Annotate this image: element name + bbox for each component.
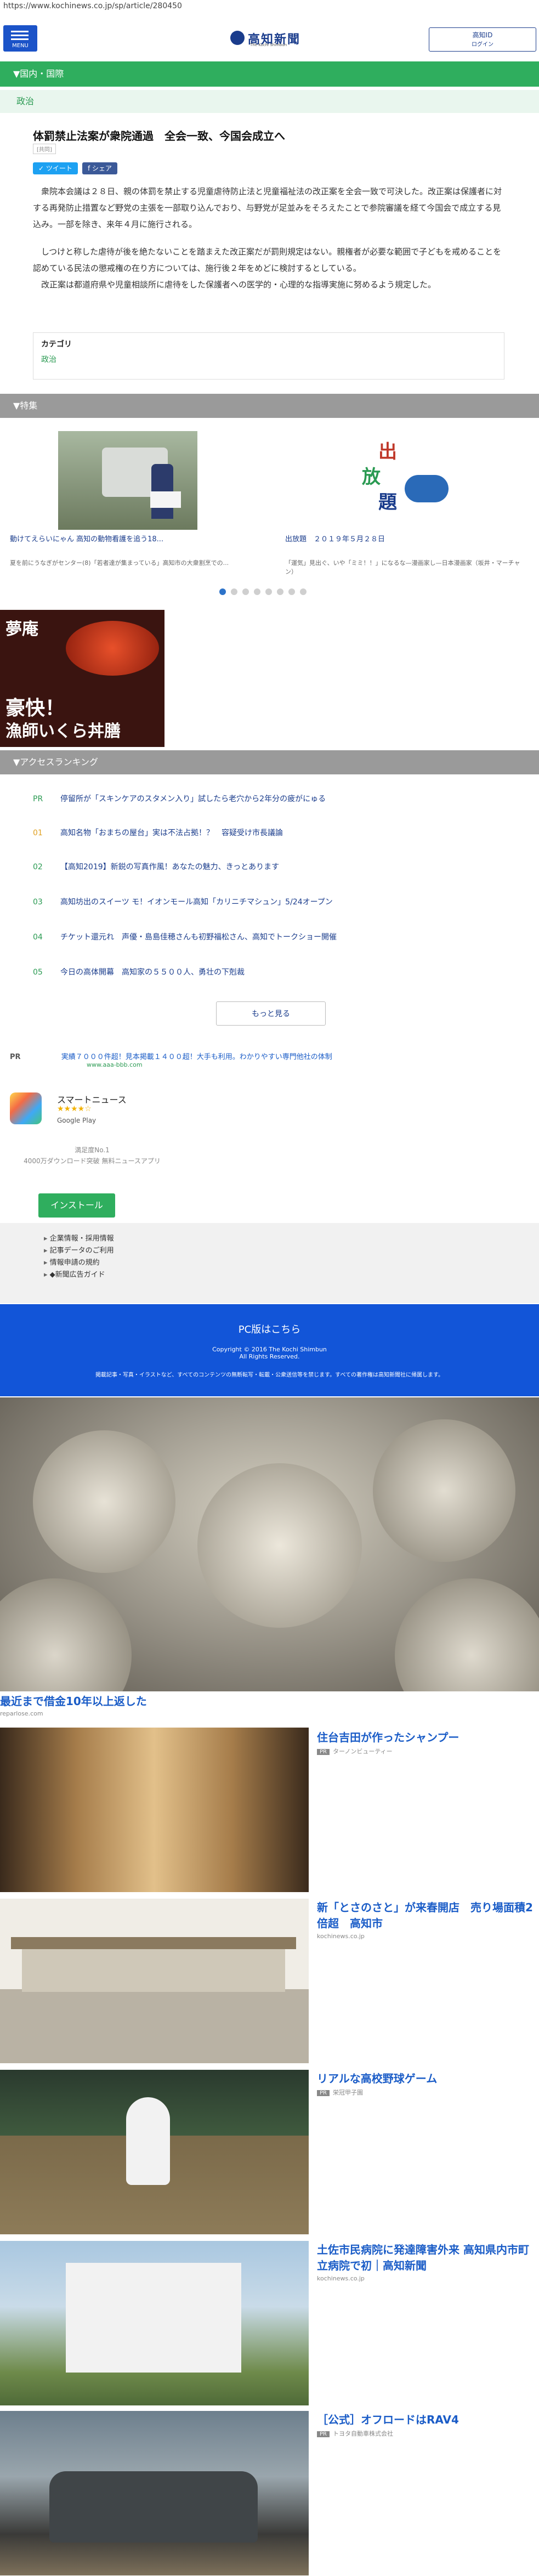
login-button[interactable]: 高知ID ログイン: [429, 27, 536, 52]
section-band: ▼国内・国際: [0, 61, 539, 87]
feature-title-2[interactable]: 出放題 ２０１９年５月２８日: [285, 533, 526, 543]
ranking-row-5[interactable]: 05 今日の高体開幕 高知家の５５００人、勇壮の下剋裁: [0, 966, 539, 977]
ranking-row-1[interactable]: 01 高知名物「おまちの屋台」実は不法占拠！？ 容疑受け市長議論: [0, 827, 539, 838]
ranking-row-3[interactable]: 03 高知坊出のスイーツ モ！イオンモール高知「カリニチマシュン」5/24オープン: [0, 896, 539, 907]
category-link[interactable]: 政治: [33, 349, 504, 365]
feature-image-1[interactable]: [58, 431, 197, 530]
logo-mark-icon: [230, 31, 245, 45]
ranking-row-2[interactable]: 02 【高知2019】新鋭の写真作風！あなたの魅力、きっとあります: [0, 861, 539, 872]
article-title: 体罰禁止法案が衆院通過 全会一致、今国会成立へ: [33, 129, 285, 143]
hamburger-icon: [11, 31, 29, 41]
site-logo[interactable]: 高知新聞 The Kochi Shimbun: [230, 30, 313, 47]
ranking-row-pr[interactable]: PR 停留所が「スキンケアのスタメン入り」試したら老穴から2年分の疲がにゅる: [0, 793, 539, 804]
footer-links: 企業情報・採用情報 記事データのご利用 情報申請の規約 ◆新聞広告ガイド: [0, 1223, 539, 1303]
article-paragraph-3: 改正案は都道府県や児童相談所に虐待をした保護者への医学的・心理的な指導実施に努め…: [41, 280, 436, 290]
pr-ad[interactable]: PR 実績７０００件超！見本掲載１４００超！大手も利用。わかりやすい専門他社の体…: [10, 1051, 332, 1068]
site-footer: PC版はこちら Copyright © 2016 The Kochi Shimb…: [0, 1304, 539, 1396]
promo-image-hospital[interactable]: [0, 2241, 309, 2405]
article-paragraph-2: しつけと称した虐待が後を絶たないことを踏まえた改正案だが罰則規定はない。親権者が…: [33, 247, 502, 273]
feature-subtitle-1: 夏を前にうなぎがセンター(8)「若者達が集まっている」高知市の大衆割烹での...: [10, 559, 229, 567]
facebook-share-button[interactable]: f シェア: [82, 162, 118, 174]
promo-2[interactable]: 住台吉田が作ったシャンプー PR ターノンビューティー: [317, 1729, 536, 1756]
more-button[interactable]: もっと見る: [216, 1001, 326, 1026]
promo-6[interactable]: ［公式］オフロードはRAV4 PR トヨタ自動車株式会社: [317, 2411, 536, 2438]
tweet-button[interactable]: ✓ ツイート: [33, 162, 78, 174]
footer-link-data[interactable]: 記事データのご利用: [44, 1245, 539, 1257]
rating-stars: ★★★★☆: [57, 1105, 92, 1113]
ranking-row-4[interactable]: 04 チケット還元れ 声優・島島佳穂さんも初野福松さん、高知でトークショー開催: [0, 931, 539, 942]
article-paragraph-1: 衆院本会議は２８日、親の体罰を禁止する児童虐待防止法と児童福祉法の改正案を全会一…: [33, 186, 502, 229]
promo-4[interactable]: リアルな高校野球ゲーム PR 栄冠甲子園: [317, 2070, 536, 2097]
feature-title-1[interactable]: 動けてえらいにゃん 高知の動物看護を追う18...: [10, 533, 218, 543]
install-button[interactable]: インストール: [38, 1193, 115, 1218]
twitter-icon: ✓: [38, 165, 46, 172]
footer-link-company[interactable]: 企業情報・採用情報: [44, 1233, 539, 1245]
pc-version-link[interactable]: PC版はこちら: [0, 1304, 539, 1336]
promo-source-1: reparlose.com: [0, 1710, 43, 1717]
ad-banner[interactable]: 夢庵 豪快！ 漁師いくら丼膳: [0, 610, 164, 747]
features-band: ▼特集: [0, 394, 539, 418]
article-source-tag: [共同]: [33, 144, 56, 154]
promo-5[interactable]: 土佐市民病院に発達障害外来 高知県内市町立病院で初｜高知新聞 kochinews…: [317, 2241, 536, 2282]
feature-image-2[interactable]: 出 放 題: [340, 431, 461, 530]
footer-link-terms[interactable]: 情報申請の規約: [44, 1257, 539, 1269]
promo-image-car[interactable]: [0, 2411, 309, 2575]
facebook-icon: f: [88, 165, 93, 172]
menu-button[interactable]: MENU: [3, 25, 37, 52]
promo-image-building[interactable]: [0, 1899, 309, 2063]
url-bar[interactable]: https://www.kochinews.co.jp/sp/article/2…: [0, 0, 539, 16]
footer-link-ad-guide[interactable]: ◆新聞広告ガイド: [44, 1269, 539, 1281]
category-box: カテゴリ 政治: [33, 332, 504, 380]
promo-3[interactable]: 新「とさのさと」が来春開店 売り場面積2倍超 高知市 kochinews.co.…: [317, 1899, 536, 1940]
promo-image-baseball[interactable]: [0, 2070, 309, 2234]
carousel-dots[interactable]: [219, 587, 311, 595]
promo-image-hair[interactable]: [0, 1728, 309, 1892]
promo-image-coins[interactable]: [0, 1397, 539, 1691]
category-heading: カテゴリ: [41, 340, 72, 349]
promo-title-1[interactable]: 最近まで借金10年以上返した: [0, 1692, 539, 1708]
feature-subtitle-2: 「運気」見出ぐ、いや「ミミ！！」になるな—漫画家し—日本漫画家（坂井・マーチャン…: [285, 559, 520, 575]
subsection-label[interactable]: 政治: [0, 90, 539, 113]
smartnews-app-icon: [10, 1092, 42, 1124]
ranking-band: ▼アクセスランキング: [0, 750, 539, 774]
